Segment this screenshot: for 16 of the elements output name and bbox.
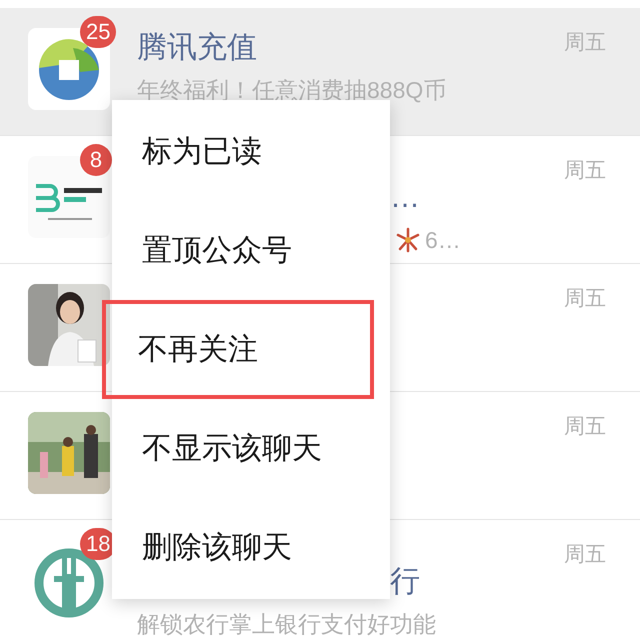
- unread-badge: 8: [80, 144, 112, 176]
- menu-item[interactable]: 不再关注: [102, 300, 374, 399]
- chat-time: 周五: [564, 30, 606, 56]
- unread-badge: 25: [80, 16, 116, 48]
- chat-title: 腾讯充值: [137, 30, 258, 66]
- chat-title: 行: [389, 564, 421, 600]
- chat-preview: 解锁农行掌上银行支付好功能: [137, 610, 436, 639]
- menu-item[interactable]: 置顶公众号: [112, 201, 390, 300]
- chat-time: 周五: [564, 286, 606, 312]
- chat-preview: 6…: [425, 226, 461, 255]
- firework-icon: [395, 227, 421, 253]
- chat-time: 周五: [564, 542, 606, 568]
- chat-title: …: [389, 180, 421, 216]
- chat-time: 周五: [564, 158, 606, 184]
- chat-time: 周五: [564, 414, 606, 440]
- menu-item[interactable]: 不显示该聊天: [112, 399, 390, 498]
